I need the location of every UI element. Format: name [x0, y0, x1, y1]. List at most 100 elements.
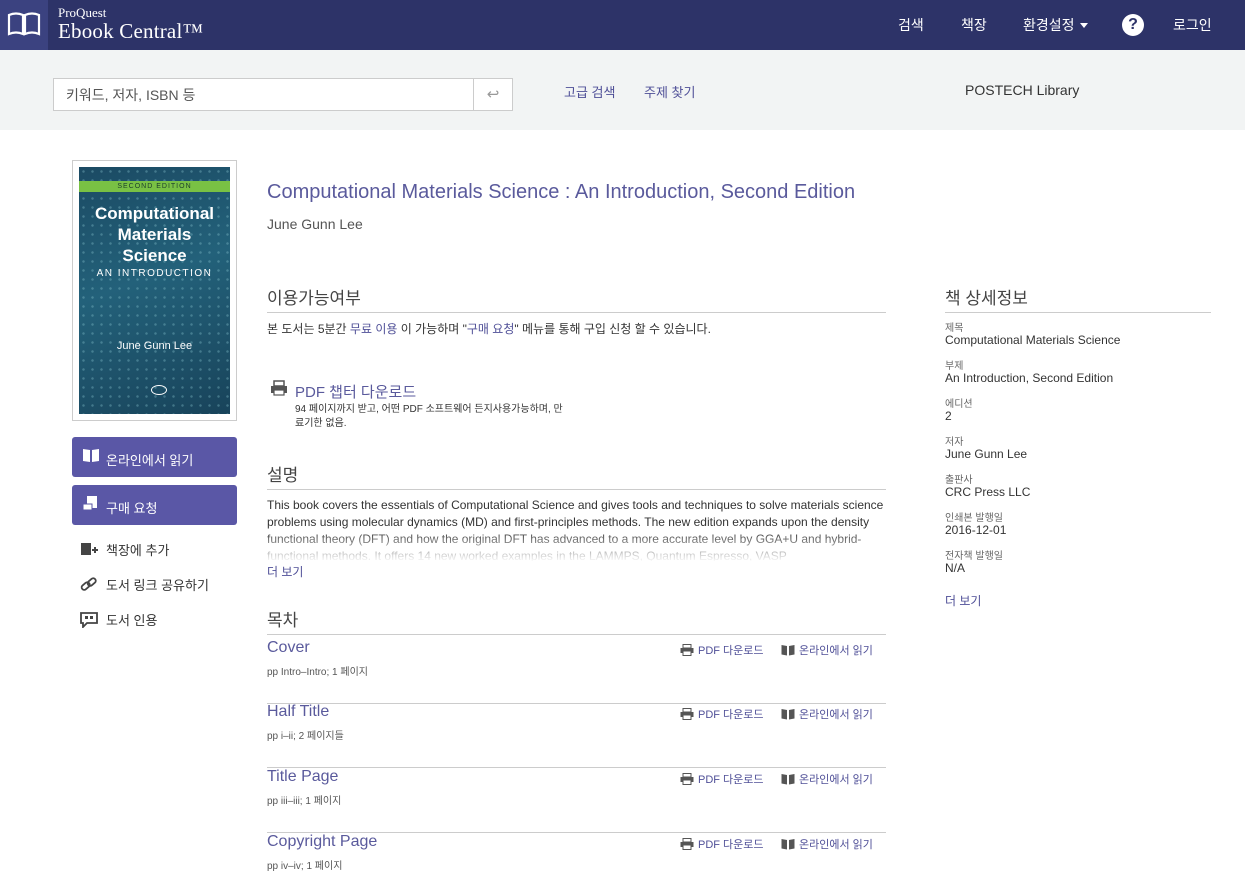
purchase-request-label: 구매 요청	[106, 501, 158, 516]
cite-book-label: 도서 인용	[106, 613, 158, 628]
availability-heading: 이용가능여부	[267, 284, 886, 313]
free-use-link[interactable]: 무료 이용	[350, 322, 398, 336]
printer-icon	[680, 838, 694, 853]
detail-label: 저자	[945, 437, 964, 448]
open-book-icon	[82, 446, 100, 467]
detail-label: 부제	[945, 361, 964, 372]
detail-value: 2016-12-01	[945, 523, 1007, 537]
toc-entry-title[interactable]: Cover	[267, 639, 310, 657]
detail-value: N/A	[945, 561, 966, 575]
toc-pdf-download-link[interactable]: PDF 다운로드	[680, 771, 764, 788]
toc-entry-title[interactable]: Half Title	[267, 703, 329, 721]
description-heading: 설명	[267, 461, 886, 490]
brand-ebook-central[interactable]: Ebook Central™	[58, 19, 203, 44]
purchase-request-button[interactable]: 구매 요청	[72, 485, 237, 525]
help-icon[interactable]: ?	[1122, 14, 1144, 36]
open-book-icon	[781, 644, 795, 659]
availability-text: 본 도서는 5분간 무료 이용 이 가능하며 "구매 요청" 메뉴를 통해 구입…	[267, 320, 711, 337]
open-book-icon	[781, 773, 795, 788]
read-online-label: 온라인에서 읽기	[106, 453, 194, 468]
toc-pdf-download-link[interactable]: PDF 다운로드	[680, 706, 764, 723]
cover-title: Computational Materials Science	[79, 203, 230, 266]
pdf-chapter-note: 94 페이지까지 받고, 어떤 PDF 소프트웨어 든지사용가능하며, 만료기한…	[295, 404, 563, 429]
link-icon	[80, 577, 100, 596]
description-more-link[interactable]: 더 보기	[267, 563, 303, 580]
subject-search-link[interactable]: 주제 찾기	[644, 82, 695, 101]
read-online-button[interactable]: 온라인에서 읽기	[72, 437, 237, 477]
pdf-chapter-download-link[interactable]: PDF 챕터 다운로드	[295, 381, 416, 402]
toc-read-online-link[interactable]: 온라인에서 읽기	[781, 642, 873, 659]
detail-value[interactable]: June Gunn Lee	[945, 447, 1027, 461]
toc-pdf-label: PDF 다운로드	[698, 709, 764, 721]
book-title: Computational Materials Science : An Int…	[267, 181, 856, 203]
purchase-request-link[interactable]: 구매 요청	[467, 322, 515, 336]
cover-title-line: Materials	[117, 225, 192, 244]
toc-pdf-download-link[interactable]: PDF 다운로드	[680, 836, 764, 853]
book-logo-icon[interactable]	[0, 0, 48, 50]
advanced-search-link[interactable]: 고급 검색	[564, 82, 615, 101]
toc-entry-pages: pp iv–iv; 1 페이지	[267, 861, 343, 872]
detail-value: Computational Materials Science	[945, 333, 1121, 347]
detail-label: 전자책 발행일	[945, 551, 1003, 562]
toc-entry-title[interactable]: Title Page	[267, 768, 338, 786]
details-more-link[interactable]: 더 보기	[945, 592, 981, 609]
toc-entry: Half Title pp i–ii; 2 페이지들 PDF 다운로드 온라인에…	[267, 703, 886, 768]
toc-entry-pages: pp i–ii; 2 페이지들	[267, 731, 344, 742]
toc-entry-title[interactable]: Copyright Page	[267, 833, 377, 851]
publisher-logo-icon	[151, 385, 167, 395]
detail-value: CRC Press LLC	[945, 485, 1031, 499]
book-author[interactable]: June Gunn Lee	[267, 216, 363, 232]
quote-bubble-icon	[80, 612, 100, 631]
detail-label: 제목	[945, 323, 964, 334]
toc-entry: Cover pp Intro–Intro; 1 페이지 PDF 다운로드 온라인…	[267, 639, 886, 704]
open-book-icon	[781, 838, 795, 853]
nav-login[interactable]: 로그인	[1173, 15, 1212, 35]
details-heading: 책 상세정보	[945, 284, 1211, 313]
open-book-icon	[781, 708, 795, 723]
toc-pdf-download-link[interactable]: PDF 다운로드	[680, 642, 764, 659]
detail-value: An Introduction, Second Edition	[945, 371, 1114, 385]
detail-value: 2	[945, 409, 952, 423]
detail-label: 출판사	[945, 475, 973, 486]
toc-entry: Title Page pp iii–iii; 1 페이지 PDF 다운로드 온라…	[267, 768, 886, 833]
nav-settings-label: 환경설정	[1023, 17, 1075, 33]
toc-entry-pages: pp Intro–Intro; 1 페이지	[267, 667, 368, 678]
printer-icon	[680, 773, 694, 788]
share-link[interactable]: 도서 링크 공유하기	[80, 575, 209, 596]
toc-pdf-label: PDF 다운로드	[698, 839, 764, 851]
cover-title-line: Computational	[95, 204, 214, 223]
toc-pdf-label: PDF 다운로드	[698, 645, 764, 657]
search-input[interactable]	[53, 78, 474, 111]
toc-read-label: 온라인에서 읽기	[799, 645, 873, 657]
book-cover-image: SECOND EDITION Computational Materials S…	[79, 167, 230, 414]
toc-entry-pages: pp iii–iii; 1 페이지	[267, 796, 342, 807]
printer-icon	[680, 708, 694, 723]
nav-settings[interactable]: 환경설정	[1023, 15, 1088, 35]
availability-text-part: 이 가능하며 "	[397, 322, 467, 336]
toc-read-label: 온라인에서 읽기	[799, 839, 873, 851]
nav-bookshelf[interactable]: 책장	[961, 15, 987, 35]
search-submit-button[interactable]: ↩	[473, 78, 513, 111]
printer-icon	[680, 644, 694, 659]
cover-author: June Gunn Lee	[116, 340, 193, 352]
toc-read-online-link[interactable]: 온라인에서 읽기	[781, 706, 873, 723]
search-band: ↩ 고급 검색 주제 찾기 POSTECH Library	[0, 50, 1245, 130]
detail-label: 인쇄본 발행일	[945, 513, 1003, 524]
top-navbar: ProQuest Ebook Central™ 검색 책장 환경설정 ? 로그인	[0, 0, 1245, 50]
caret-down-icon	[1079, 23, 1088, 28]
add-shelf-icon	[80, 542, 100, 561]
availability-text-part: " 메뉴를 통해 구입 신청 할 수 있습니다.	[514, 322, 711, 336]
add-shelf-label: 책장에 추가	[106, 543, 170, 558]
book-cover-frame[interactable]: SECOND EDITION Computational Materials S…	[72, 160, 237, 421]
cover-subtitle: AN INTRODUCTION	[96, 268, 213, 279]
cover-title-line: Science	[122, 246, 187, 265]
toc-read-online-link[interactable]: 온라인에서 읽기	[781, 836, 873, 853]
add-to-shelf-link[interactable]: 책장에 추가	[80, 540, 169, 561]
toc-pdf-label: PDF 다운로드	[698, 774, 764, 786]
availability-text-part: 본 도서는 5분간	[267, 322, 350, 336]
cite-book-link[interactable]: 도서 인용	[80, 610, 157, 631]
purchase-request-icon	[82, 494, 100, 515]
toc-read-online-link[interactable]: 온라인에서 읽기	[781, 771, 873, 788]
nav-search[interactable]: 검색	[898, 15, 924, 35]
printer-icon	[270, 380, 288, 399]
